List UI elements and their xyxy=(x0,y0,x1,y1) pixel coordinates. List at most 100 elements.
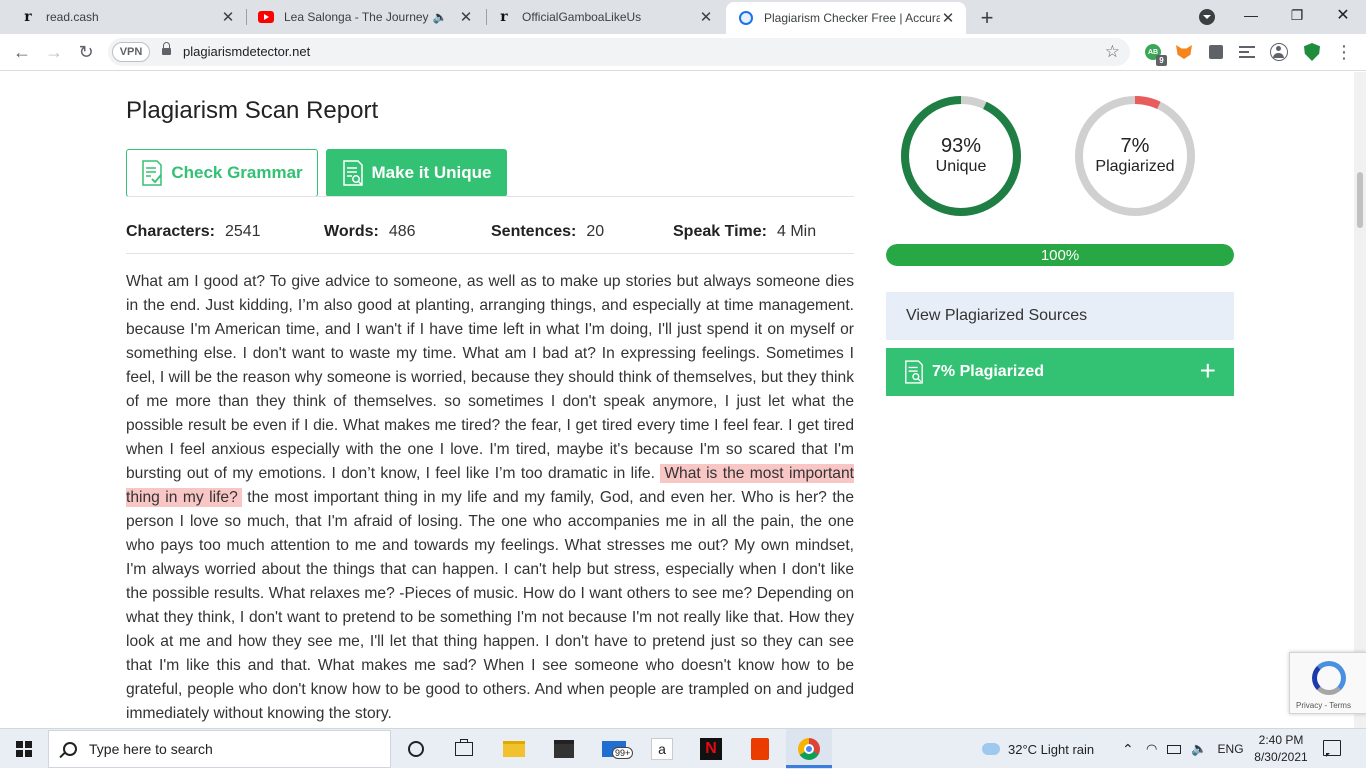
vpn-badge[interactable]: VPN xyxy=(112,42,150,62)
file-explorer-icon[interactable] xyxy=(500,735,528,763)
back-button[interactable]: ← xyxy=(10,40,34,64)
new-tab-button[interactable]: + xyxy=(975,5,999,30)
page-scrollbar[interactable] xyxy=(1354,72,1366,728)
mail-icon[interactable]: 99+ xyxy=(600,735,634,763)
stat-characters: Characters: 2541 xyxy=(126,223,261,240)
progress-fill: 100% xyxy=(886,244,1234,266)
reading-list-icon[interactable] xyxy=(1237,42,1257,62)
browser-toolbar: ← → ↻ VPN plagiarismdetector.net ☆ AB 9 ⋮ xyxy=(0,34,1366,71)
tab-title: OfficialGamboaLikeUs xyxy=(522,10,642,24)
extension-badge: 9 xyxy=(1156,55,1167,66)
stat-sentences: Sentences: 20 xyxy=(491,223,605,240)
ab-icon: AB 9 xyxy=(1145,44,1167,66)
youtube-icon xyxy=(258,9,274,25)
profile-icon[interactable] xyxy=(1269,42,1289,62)
metamask-icon[interactable] xyxy=(1174,42,1194,62)
shield-icon[interactable] xyxy=(1302,42,1322,62)
chrome-menu-icon[interactable]: ⋮ xyxy=(1334,42,1354,62)
scan-progress-bar: 100% xyxy=(886,244,1234,266)
make-unique-label: Make it Unique xyxy=(371,163,492,182)
text-segment: What am I good at? To give advice to som… xyxy=(126,273,854,482)
windows-taskbar: Type here to search 99+ a N 32°C Light r… xyxy=(0,728,1366,769)
expand-plus-icon[interactable]: + xyxy=(1200,356,1216,386)
close-icon[interactable]: ✕ xyxy=(698,9,714,26)
rewrite-document-icon xyxy=(342,160,363,186)
microsoft-store-icon[interactable] xyxy=(550,735,578,763)
system-tray[interactable]: ◠ 🔈 ENG xyxy=(1146,729,1244,769)
netflix-icon[interactable]: N xyxy=(697,735,725,763)
bookmark-star-icon[interactable]: ☆ xyxy=(1105,42,1120,62)
reload-button[interactable]: ↻ xyxy=(74,40,98,64)
divider xyxy=(126,196,854,197)
close-window-button[interactable]: ✕ xyxy=(1320,0,1366,30)
language-indicator[interactable]: ENG xyxy=(1218,742,1244,756)
page-content: Plagiarism Scan Report Check Grammar Mak… xyxy=(0,72,1366,728)
tab-lea-salonga[interactable]: Lea Salonga - The Journey | L 🔈 ✕ xyxy=(238,0,484,34)
close-icon[interactable]: ✕ xyxy=(940,10,956,27)
divider xyxy=(126,253,854,254)
close-icon[interactable]: ✕ xyxy=(220,9,236,26)
plagiarized-panel-label: 7% Plagiarized xyxy=(932,363,1045,380)
office-icon[interactable] xyxy=(746,735,774,763)
show-hidden-icons[interactable]: ⌃ xyxy=(1122,729,1134,769)
address-bar[interactable]: VPN plagiarismdetector.net ☆ xyxy=(108,38,1130,66)
url-text[interactable]: plagiarismdetector.net xyxy=(183,44,310,59)
tab-read-cash[interactable]: r read.cash ✕ xyxy=(0,0,246,34)
weather-icon xyxy=(982,743,1000,755)
lock-icon[interactable] xyxy=(162,42,171,57)
plagiarism-detector-icon xyxy=(738,10,754,26)
search-placeholder: Type here to search xyxy=(89,741,213,757)
recaptcha-icon xyxy=(1312,661,1346,695)
extension-ab[interactable]: AB 9 xyxy=(1143,42,1167,66)
plagiarized-percent: 7% xyxy=(1120,135,1150,157)
check-grammar-label: Check Grammar xyxy=(171,163,303,182)
scanned-text: What am I good at? To give advice to som… xyxy=(126,270,854,726)
clock-date: 8/30/2021 xyxy=(1254,750,1308,764)
task-view-icon[interactable] xyxy=(450,735,478,763)
chrome-taskbar-icon[interactable] xyxy=(795,735,823,763)
tab-title: Lea Salonga - The Journey | L xyxy=(284,10,432,24)
mail-badge: 99+ xyxy=(612,747,634,759)
unique-label: Unique xyxy=(935,158,987,175)
recaptcha-badge[interactable]: Privacy - Terms xyxy=(1289,652,1366,714)
read-cash-icon: r xyxy=(24,9,32,25)
weather-text: 32°C Light rain xyxy=(1008,741,1095,757)
audio-icon[interactable]: 🔈 xyxy=(432,9,448,25)
plagiarized-sources-panel[interactable]: 7% Plagiarized + xyxy=(886,348,1234,396)
unique-ring: 93% Unique xyxy=(899,94,1023,218)
wifi-icon[interactable]: ◠ xyxy=(1146,741,1157,757)
close-icon[interactable]: ✕ xyxy=(458,9,474,26)
document-search-icon xyxy=(905,360,923,384)
view-plagiarized-sources-button[interactable]: View Plagiarized Sources xyxy=(886,292,1234,340)
page-title: Plagiarism Scan Report xyxy=(126,97,379,124)
battery-icon[interactable] xyxy=(1167,744,1182,754)
notification-center-icon[interactable] xyxy=(1323,740,1341,757)
start-button[interactable] xyxy=(0,729,48,769)
maximize-button[interactable]: ❐ xyxy=(1274,0,1320,30)
plagiarized-label: Plagiarized xyxy=(1095,158,1175,175)
minimize-button[interactable]: — xyxy=(1228,0,1274,30)
volume-icon[interactable]: 🔈 xyxy=(1191,741,1207,757)
tab-official-gamboa[interactable]: r OfficialGamboaLikeUs ✕ xyxy=(476,0,724,34)
amazon-icon[interactable]: a xyxy=(648,735,676,763)
scrollbar-thumb[interactable] xyxy=(1357,172,1363,228)
tab-search-icon[interactable] xyxy=(1199,9,1215,25)
stat-speak-time: Speak Time: 4 Min xyxy=(673,223,817,240)
text-segment: the most important thing in my life and … xyxy=(126,489,854,722)
tab-strip: r read.cash ✕ Lea Salonga - The Journey … xyxy=(0,0,1366,34)
grammar-document-icon xyxy=(142,160,163,186)
taskbar-search[interactable]: Type here to search xyxy=(48,730,391,768)
tab-title: Plagiarism Checker Free | Accurat xyxy=(764,11,940,25)
tab-plagiarism-checker[interactable]: Plagiarism Checker Free | Accurat ✕ xyxy=(726,2,966,34)
cortana-icon[interactable] xyxy=(402,735,430,763)
search-icon xyxy=(63,742,77,756)
extensions-puzzle-icon[interactable] xyxy=(1206,42,1226,62)
clock[interactable]: 2:40 PM 8/30/2021 xyxy=(1250,732,1312,766)
forward-button[interactable]: → xyxy=(42,40,66,64)
recaptcha-terms[interactable]: Privacy - Terms xyxy=(1296,701,1351,710)
check-grammar-button[interactable]: Check Grammar xyxy=(126,149,318,197)
stat-words: Words: 486 xyxy=(324,223,416,240)
clock-time: 2:40 PM xyxy=(1258,733,1304,747)
weather-widget[interactable]: 32°C Light rain xyxy=(982,729,1094,769)
make-unique-button[interactable]: Make it Unique xyxy=(326,149,507,197)
